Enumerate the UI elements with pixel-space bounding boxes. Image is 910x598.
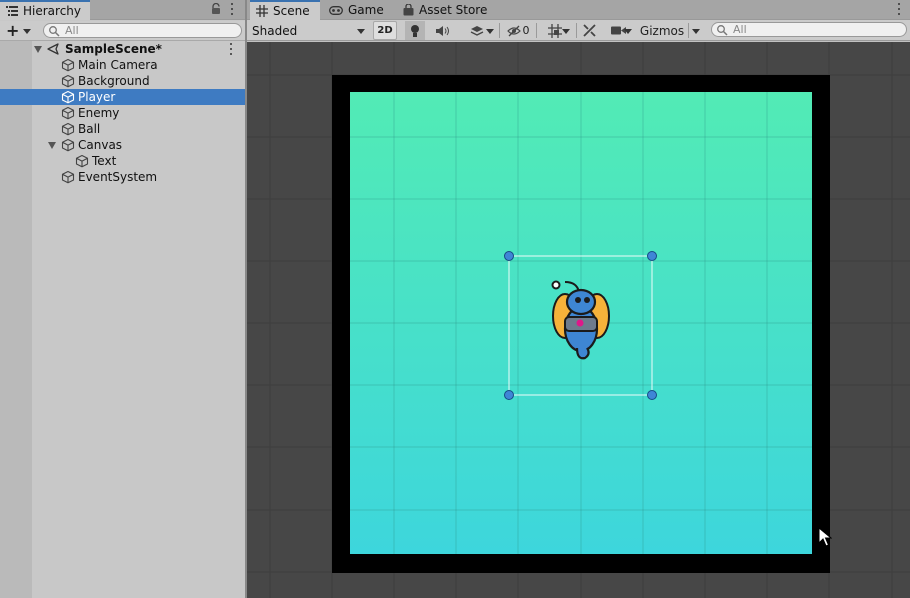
chevron-down-icon [23, 28, 32, 34]
hierarchy-item-label: Canvas [78, 138, 123, 152]
scene-search-input[interactable]: All [711, 22, 907, 37]
search-icon [717, 24, 728, 36]
search-icon [49, 25, 60, 37]
audio-toggle[interactable] [432, 21, 452, 40]
hierarchy-panel: Hierarchy + All SampleScene* Main Camera [0, 0, 245, 598]
scene-viewport[interactable] [247, 42, 910, 598]
list-icon [6, 5, 18, 17]
scene-search-placeholder: All [733, 23, 747, 36]
hierarchy-item-text[interactable]: Text [0, 153, 245, 169]
lock-icon[interactable] [210, 2, 222, 15]
hierarchy-search-input[interactable]: All [43, 23, 242, 38]
resize-handle-top-left[interactable] [504, 251, 514, 261]
tools-icon [582, 24, 596, 37]
tab-game[interactable]: Game [323, 0, 393, 20]
hierarchy-tab-bar: Hierarchy [0, 0, 245, 20]
visibility-eye-icon [506, 25, 521, 36]
chevron-down-icon [562, 29, 570, 34]
chevron-down-icon [624, 29, 632, 34]
gameobject-cube-icon [61, 74, 75, 88]
plus-icon: + [6, 21, 20, 40]
effects-layers-icon [470, 25, 484, 36]
kebab-menu-icon[interactable] [228, 3, 236, 17]
lighting-toggle[interactable] [405, 21, 425, 40]
scene-name: SampleScene* [65, 42, 162, 56]
gizmos-dropdown[interactable] [690, 21, 702, 40]
gamepad-icon [329, 4, 343, 16]
hierarchy-item-label: Background [78, 74, 150, 88]
toolbar-separator [688, 23, 689, 38]
hierarchy-item-label: Text [92, 154, 117, 168]
tab-hierarchy[interactable]: Hierarchy [0, 0, 90, 20]
kebab-menu-icon[interactable] [895, 3, 903, 17]
2d-mode-toggle[interactable]: 2D [373, 21, 397, 40]
gameobject-cube-icon [61, 58, 75, 72]
resize-handle-bottom-left[interactable] [504, 390, 514, 400]
tab-game-label: Game [348, 3, 384, 17]
scene-canvas[interactable] [247, 42, 910, 598]
toolbar-separator [576, 23, 577, 38]
resize-handle-bottom-right[interactable] [647, 390, 657, 400]
kebab-menu-icon[interactable] [230, 43, 232, 55]
hierarchy-item-label: Ball [78, 122, 101, 136]
hierarchy-tree: SampleScene* Main Camera Background Play… [0, 41, 245, 185]
scene-visibility-toggle[interactable]: 0 [503, 21, 533, 40]
grid-hash-icon [256, 5, 268, 17]
gameobject-cube-icon [61, 170, 75, 184]
grid-snap-icon [548, 23, 562, 38]
draw-mode-dropdown[interactable]: Shaded [249, 22, 367, 39]
hierarchy-item-label: Main Camera [78, 58, 158, 72]
hierarchy-item-label: Player [78, 90, 116, 104]
grid-snap-dropdown[interactable] [537, 21, 573, 40]
hierarchy-item-main-camera[interactable]: Main Camera [0, 57, 245, 73]
add-object-button[interactable]: + [6, 23, 34, 39]
chevron-down-icon [692, 29, 700, 34]
gameobject-cube-icon [61, 138, 75, 152]
scene-panel: Scene Game Asset Store Shaded 2D 0 Gizmo… [247, 0, 910, 598]
lighting-bulb-icon [411, 24, 419, 37]
gameobject-cube-icon [61, 106, 75, 120]
resize-handle-top-right[interactable] [647, 251, 657, 261]
tab-asset-store[interactable]: Asset Store [396, 0, 496, 20]
toolbar-separator [499, 23, 500, 38]
tab-asset-store-label: Asset Store [419, 3, 488, 17]
hierarchy-item-background[interactable]: Background [0, 73, 245, 89]
gameobject-cube-icon [75, 154, 89, 168]
hierarchy-item-label: Enemy [78, 106, 120, 120]
hierarchy-toolbar: + All [0, 21, 245, 41]
shopping-bag-icon [402, 4, 414, 16]
fold-arrow-icon[interactable] [48, 142, 56, 149]
audio-speaker-icon [435, 25, 449, 36]
draw-mode-value: Shaded [252, 23, 298, 38]
chevron-down-icon [486, 29, 494, 34]
scene-toolbar: Shaded 2D 0 Gizmos All [247, 20, 910, 41]
gameobject-cube-icon [61, 90, 75, 104]
tab-scene[interactable]: Scene [250, 0, 320, 20]
mouse-cursor-icon [818, 527, 832, 547]
scene-tab-bar: Scene Game Asset Store [247, 0, 910, 20]
tab-hierarchy-label: Hierarchy [23, 4, 82, 18]
scene-row[interactable]: SampleScene* [0, 41, 245, 57]
hierarchy-item-eventsystem[interactable]: EventSystem [0, 169, 245, 185]
camera-settings-dropdown[interactable] [603, 21, 633, 40]
unity-scene-icon [47, 43, 59, 55]
hierarchy-item-enemy[interactable]: Enemy [0, 105, 245, 121]
gameobject-cube-icon [61, 122, 75, 136]
hierarchy-search-placeholder: All [65, 24, 79, 37]
fold-arrow-icon[interactable] [34, 46, 42, 53]
hierarchy-item-canvas[interactable]: Canvas [0, 137, 245, 153]
gizmos-button[interactable]: Gizmos [636, 21, 688, 40]
effects-dropdown[interactable] [457, 21, 497, 40]
hierarchy-item-player[interactable]: Player [0, 89, 245, 105]
hidden-objects-count: 0 [522, 24, 530, 37]
hierarchy-item-ball[interactable]: Ball [0, 121, 245, 137]
tab-scene-label: Scene [273, 4, 310, 18]
tools-toggle[interactable] [579, 21, 599, 40]
hierarchy-item-label: EventSystem [78, 170, 158, 184]
chevron-down-icon [357, 29, 365, 34]
